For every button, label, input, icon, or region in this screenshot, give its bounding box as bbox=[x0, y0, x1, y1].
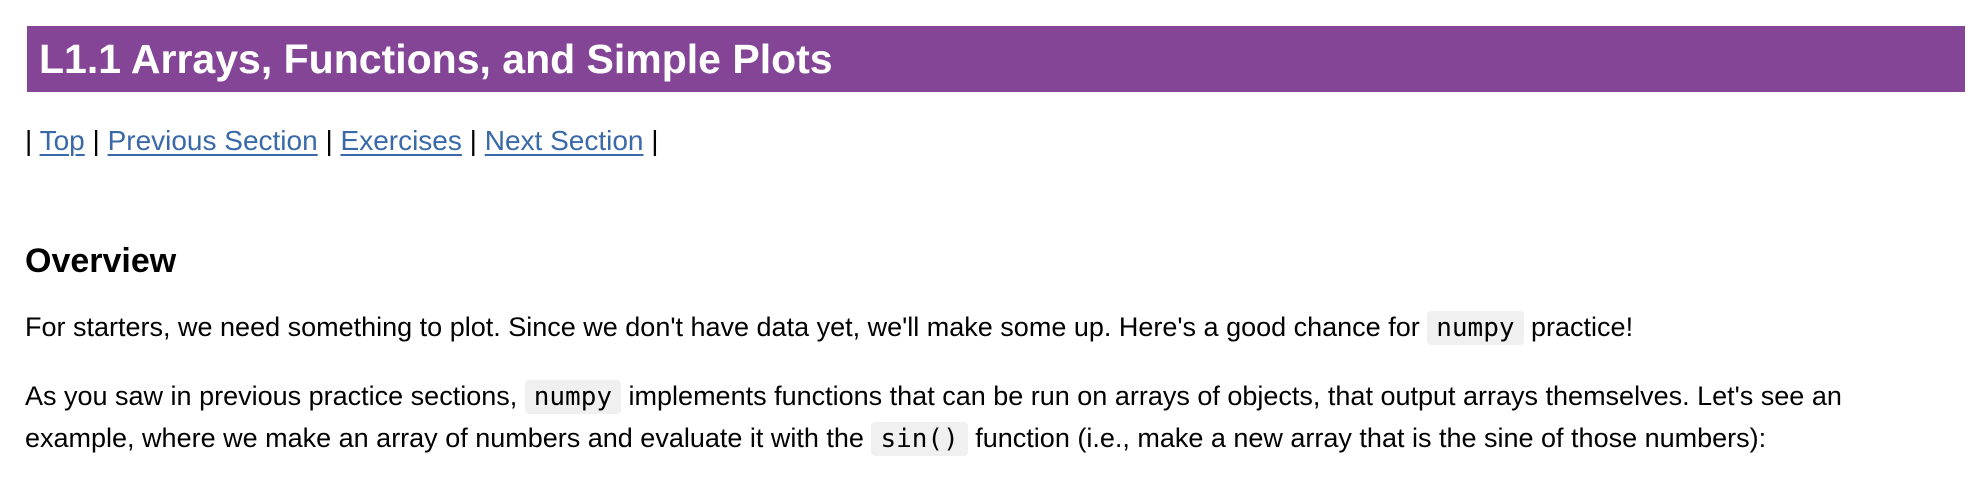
nav-separator: | bbox=[469, 125, 477, 156]
overview-paragraph-1: For starters, we need something to plot.… bbox=[25, 306, 1633, 349]
nav-link-previous-section[interactable]: Previous Section bbox=[108, 125, 318, 156]
nav-separator: | bbox=[92, 125, 100, 156]
title-banner: L1.1 Arrays, Functions, and Simple Plots bbox=[27, 26, 1965, 92]
nav-link-top[interactable]: Top bbox=[40, 125, 85, 156]
paragraph-text: practice! bbox=[1531, 312, 1634, 342]
overview-paragraph-2-line-1: As you saw in previous practice sections… bbox=[25, 375, 1842, 418]
page-title: L1.1 Arrays, Functions, and Simple Plots bbox=[39, 35, 833, 82]
nav-separator: | bbox=[651, 125, 659, 156]
nav-separator: | bbox=[325, 125, 333, 156]
inline-code: numpy bbox=[1427, 311, 1524, 345]
paragraph-text: implements functions that can be run on … bbox=[628, 381, 1842, 411]
paragraph-text: For starters, we need something to plot.… bbox=[25, 312, 1420, 342]
overview-paragraph-2-line-2: example, where we make an array of numbe… bbox=[25, 417, 1766, 460]
paragraph-text: As you saw in previous practice sections… bbox=[25, 381, 518, 411]
section-nav: | Top | Previous Section | Exercises | N… bbox=[25, 124, 659, 158]
inline-code: sin() bbox=[871, 422, 968, 456]
nav-link-next-section[interactable]: Next Section bbox=[485, 125, 644, 156]
nav-separator: | bbox=[25, 125, 33, 156]
nav-link-exercises[interactable]: Exercises bbox=[341, 125, 462, 156]
overview-heading: Overview bbox=[25, 242, 177, 280]
paragraph-text: example, where we make an array of numbe… bbox=[25, 423, 864, 453]
inline-code: numpy bbox=[524, 380, 622, 414]
paragraph-text: function (i.e., make a new array that is… bbox=[975, 423, 1767, 453]
